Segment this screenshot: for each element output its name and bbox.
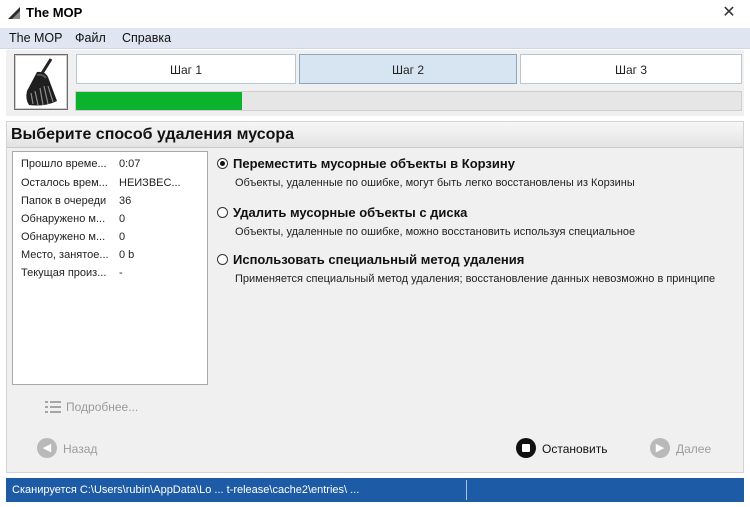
- stat-row-found-2: Обнаружено м... 0: [21, 231, 125, 243]
- menu-item-help[interactable]: Справка: [122, 31, 171, 45]
- stats-list: Прошло време... 0:07 Осталось врем... НЕИЗ…: [12, 151, 208, 385]
- option-description: Объекты, удаленные по ошибке, могут быть…: [235, 177, 635, 189]
- stat-label: Место, занятое...: [21, 249, 109, 261]
- radio-button[interactable]: [217, 158, 228, 169]
- page-title: Выберите способ удаления мусора: [7, 122, 743, 148]
- progress-bar: [75, 91, 742, 111]
- stat-row-queued-folders: Папок в очереди 36: [21, 195, 131, 207]
- stat-value: 0: [119, 231, 126, 243]
- stat-value: 0 b: [119, 249, 135, 261]
- details-label: Подробнее...: [66, 400, 139, 414]
- status-text: Сканируется C:\Users\rubin\AppData\Lo ..…: [12, 484, 360, 496]
- close-icon: ✕: [722, 4, 736, 21]
- main-panel: Выберите способ удаления мусора Прошло в…: [6, 121, 744, 473]
- stat-label: Осталось врем...: [21, 177, 108, 189]
- broom-icon: [8, 7, 20, 19]
- menu-item-file[interactable]: Файл: [75, 31, 106, 45]
- option-title[interactable]: Удалить мусорные объекты с диска: [233, 205, 467, 220]
- radio-button[interactable]: [217, 254, 228, 265]
- status-bar: Сканируется C:\Users\rubin\AppData\Lo ..…: [6, 478, 744, 502]
- arrow-left-icon: ◀: [37, 438, 57, 458]
- option-title[interactable]: Переместить мусорные объекты в Корзину: [233, 156, 515, 171]
- stat-row-remaining: Осталось врем... НЕИЗВЕС...: [21, 177, 181, 189]
- title-bar: The MOP ✕: [0, 0, 750, 26]
- stat-label: Текущая произ...: [21, 267, 107, 279]
- stat-value: 0:07: [119, 158, 141, 170]
- back-label: Назад: [63, 442, 98, 456]
- radio-button[interactable]: [217, 207, 228, 218]
- tab-step-2[interactable]: Шаг 2: [299, 54, 517, 84]
- arrow-right-icon: ▶: [650, 438, 670, 458]
- progress-fill: [76, 92, 243, 110]
- stat-value: 36: [119, 195, 132, 207]
- stat-label: Прошло време...: [21, 158, 107, 170]
- stat-row-current-speed: Текущая произ... -: [21, 267, 123, 279]
- close-button[interactable]: ✕: [718, 2, 740, 24]
- option-description: Объекты, удаленные по ошибке, можно восс…: [235, 226, 636, 238]
- stat-row-elapsed: Прошло време... 0:07: [21, 158, 140, 170]
- stat-value: -: [119, 267, 123, 279]
- option-description: Применяется специальный метод удаления; …: [235, 273, 716, 285]
- stat-label: Папок в очереди: [21, 195, 107, 207]
- stat-label: Обнаружено м...: [21, 213, 106, 225]
- app-logo: [14, 54, 68, 110]
- stat-label: Обнаружено м...: [21, 231, 106, 243]
- menu-item-the-mop[interactable]: The MOP: [9, 31, 63, 45]
- stat-row-space-used: Место, занятое... 0 b: [21, 249, 134, 261]
- next-label: Далее: [676, 442, 712, 456]
- stop-icon: [516, 438, 536, 458]
- stat-value: 0: [119, 213, 126, 225]
- wizard-header: Шаг 1 Шаг 2 Шаг 3: [6, 50, 744, 116]
- stop-label: Остановить: [542, 442, 608, 456]
- tab-step-1[interactable]: Шаг 1: [76, 54, 296, 84]
- stat-value: НЕИЗВЕС...: [119, 177, 181, 189]
- broom-icon: [26, 58, 57, 106]
- option-title[interactable]: Использовать специальный метод удаления: [233, 252, 524, 267]
- tab-step-3[interactable]: Шаг 3: [520, 54, 742, 84]
- list-icon: [45, 401, 61, 413]
- window-title: The MOP: [26, 5, 83, 20]
- stat-row-found-1: Обнаружено м... 0: [21, 213, 125, 225]
- menu-bar: The MOP Файл Справка: [0, 28, 750, 49]
- status-divider: [466, 480, 467, 500]
